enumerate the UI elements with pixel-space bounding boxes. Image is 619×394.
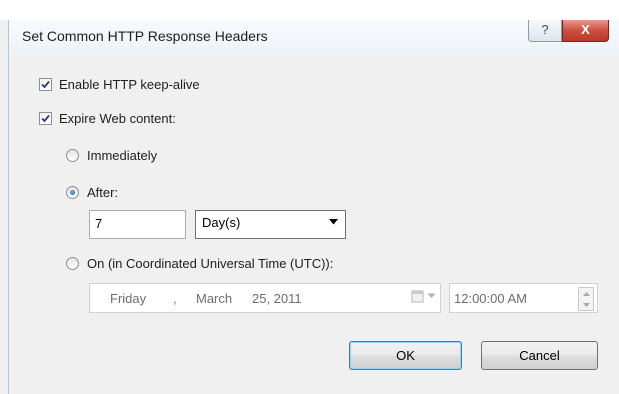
expire-content-checkbox[interactable] (39, 112, 52, 125)
time-value: 12:00:00 AM (454, 291, 527, 306)
date-separator: , (173, 291, 177, 306)
spin-down-button[interactable] (579, 299, 593, 310)
close-icon: X (581, 22, 590, 37)
check-icon (41, 80, 50, 89)
date-weekday: Friday (110, 291, 147, 306)
after-option[interactable]: After: (66, 185, 118, 200)
keep-alive-label: Enable HTTP keep-alive (59, 77, 200, 92)
on-date-option[interactable]: On (in Coordinated Universal Time (UTC))… (66, 256, 333, 271)
immediately-option[interactable]: Immediately (66, 148, 157, 163)
immediately-radio[interactable] (66, 149, 79, 162)
after-radio[interactable] (66, 186, 79, 199)
cancel-button[interactable]: Cancel (481, 341, 598, 370)
dropdown-arrow-icon (329, 219, 338, 225)
help-icon: ? (541, 22, 549, 37)
after-unit-value: Day(s) (202, 215, 241, 230)
keep-alive-checkbox[interactable] (39, 78, 52, 91)
on-date-label: On (in Coordinated Universal Time (UTC))… (87, 256, 334, 271)
date-month: March (196, 291, 233, 306)
desktop-background (0, 0, 619, 20)
help-button[interactable]: ? (528, 20, 562, 42)
keep-alive-option[interactable]: Enable HTTP keep-alive (39, 77, 200, 92)
spin-up-button[interactable] (579, 288, 593, 299)
time-picker[interactable]: 12:00:00 AM (449, 283, 598, 313)
ok-button[interactable]: OK (349, 341, 462, 370)
dialog-client-area: Enable HTTP keep-alive Expire Web conten… (9, 54, 619, 394)
immediately-label: Immediately (87, 148, 158, 163)
expire-content-option[interactable]: Expire Web content: (39, 111, 176, 126)
on-date-radio[interactable] (66, 257, 79, 270)
date-picker[interactable]: Friday , March 25, 2011 (89, 283, 441, 313)
time-spinner[interactable] (578, 287, 594, 311)
expire-content-label: Expire Web content: (59, 111, 176, 126)
check-icon (41, 114, 50, 123)
calendar-icon (411, 290, 424, 303)
close-button[interactable]: X (562, 20, 609, 42)
after-value-input[interactable]: 7 (89, 210, 186, 239)
after-label: After: (87, 185, 119, 200)
title-bar: Set Common HTTP Response Headers ? X (9, 20, 619, 54)
spin-up-icon (582, 291, 590, 296)
window-title: Set Common HTTP Response Headers (22, 28, 268, 44)
date-day-year: 25, 2011 (252, 291, 302, 306)
chevron-down-icon (427, 293, 436, 298)
spin-down-icon (582, 302, 590, 307)
radio-dot-icon (70, 190, 75, 195)
after-unit-select[interactable]: Day(s) (195, 210, 346, 239)
calendar-dropdown-button[interactable] (411, 289, 436, 303)
